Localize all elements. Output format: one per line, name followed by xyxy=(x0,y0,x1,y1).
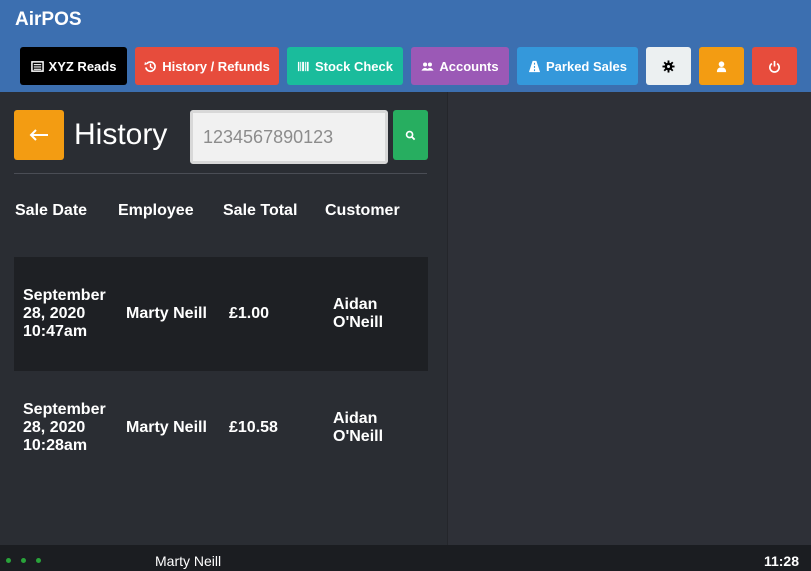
list-icon xyxy=(30,60,44,72)
table-row[interactable]: September 28, 2020 10:47am Marty Neill £… xyxy=(14,257,428,371)
gear-icon xyxy=(662,59,675,73)
employee-cell: Marty Neill xyxy=(126,419,207,436)
stock-check-label: Stock Check xyxy=(314,58,394,74)
table-header: Sale Date Employee Sale Total Customer xyxy=(0,202,430,222)
arrow-left-icon xyxy=(29,129,48,141)
stock-check-button[interactable]: Stock Check xyxy=(287,47,403,85)
column-header-sale-date: Sale Date xyxy=(15,202,88,219)
table-row[interactable]: September 28, 2020 10:28am Marty Neill £… xyxy=(14,371,428,485)
status-dot xyxy=(21,558,26,563)
history-refunds-button[interactable]: History / Refunds xyxy=(135,47,279,85)
barcode-icon xyxy=(297,61,309,71)
sale-date-cell: September 28, 2020 10:47am xyxy=(23,287,106,341)
app-title: AirPOS xyxy=(15,9,82,30)
status-bar: Marty Neill 11:28 xyxy=(0,545,811,571)
status-dot xyxy=(6,558,11,563)
column-header-customer: Customer xyxy=(325,202,400,219)
sale-date-line: September xyxy=(23,401,106,418)
customer-cell: Aidan O'Neill xyxy=(333,296,383,332)
customer-cell: Aidan O'Neill xyxy=(333,410,383,446)
clock: 11:28 xyxy=(763,553,799,569)
connection-indicator xyxy=(6,558,41,563)
road-icon xyxy=(528,60,541,72)
sale-total-cell: £10.58 xyxy=(229,419,278,436)
column-header-employee: Employee xyxy=(118,202,194,219)
user-icon xyxy=(716,60,727,72)
accounts-button[interactable]: Accounts xyxy=(411,47,509,85)
back-button[interactable] xyxy=(14,110,64,160)
user-button[interactable] xyxy=(699,47,744,85)
sale-date-line: 10:28am xyxy=(23,437,88,454)
sale-date-line: 28, 2020 xyxy=(23,419,86,436)
sale-date-line: September xyxy=(23,287,106,304)
users-icon xyxy=(421,61,434,71)
power-icon xyxy=(769,60,780,73)
history-icon xyxy=(144,60,157,72)
customer-line: Aidan xyxy=(333,410,378,427)
customer-line: O'Neill xyxy=(333,314,384,331)
sale-date-line: 10:47am xyxy=(23,323,88,340)
xyz-reads-label: XYZ Reads xyxy=(48,58,117,74)
sale-date-line: 28, 2020 xyxy=(23,305,86,322)
detail-panel xyxy=(447,92,811,545)
top-bar: AirPOS XYZ Reads History / Refunds Stock… xyxy=(0,0,811,92)
history-refunds-label: History / Refunds xyxy=(162,58,270,74)
page-title: History xyxy=(74,118,168,151)
search-button[interactable] xyxy=(393,110,428,160)
settings-button[interactable] xyxy=(646,47,691,85)
power-button[interactable] xyxy=(752,47,797,85)
divider xyxy=(14,173,427,174)
search-input[interactable] xyxy=(190,110,388,164)
sale-total-cell: £1.00 xyxy=(229,305,270,322)
xyz-reads-button[interactable]: XYZ Reads xyxy=(20,47,127,85)
current-user: Marty Neill xyxy=(155,553,222,569)
employee-cell: Marty Neill xyxy=(126,305,207,322)
sale-date-cell: September 28, 2020 10:28am xyxy=(23,401,106,455)
customer-line: O'Neill xyxy=(333,428,384,445)
parked-sales-button[interactable]: Parked Sales xyxy=(517,47,638,85)
search-icon xyxy=(405,130,416,140)
history-panel: History Sale Date Employee Sale Total Cu… xyxy=(0,92,447,545)
accounts-label: Accounts xyxy=(439,58,499,74)
customer-line: Aidan xyxy=(333,296,378,313)
parked-sales-label: Parked Sales xyxy=(546,58,627,74)
status-dot xyxy=(36,558,41,563)
column-header-sale-total: Sale Total xyxy=(223,202,298,219)
